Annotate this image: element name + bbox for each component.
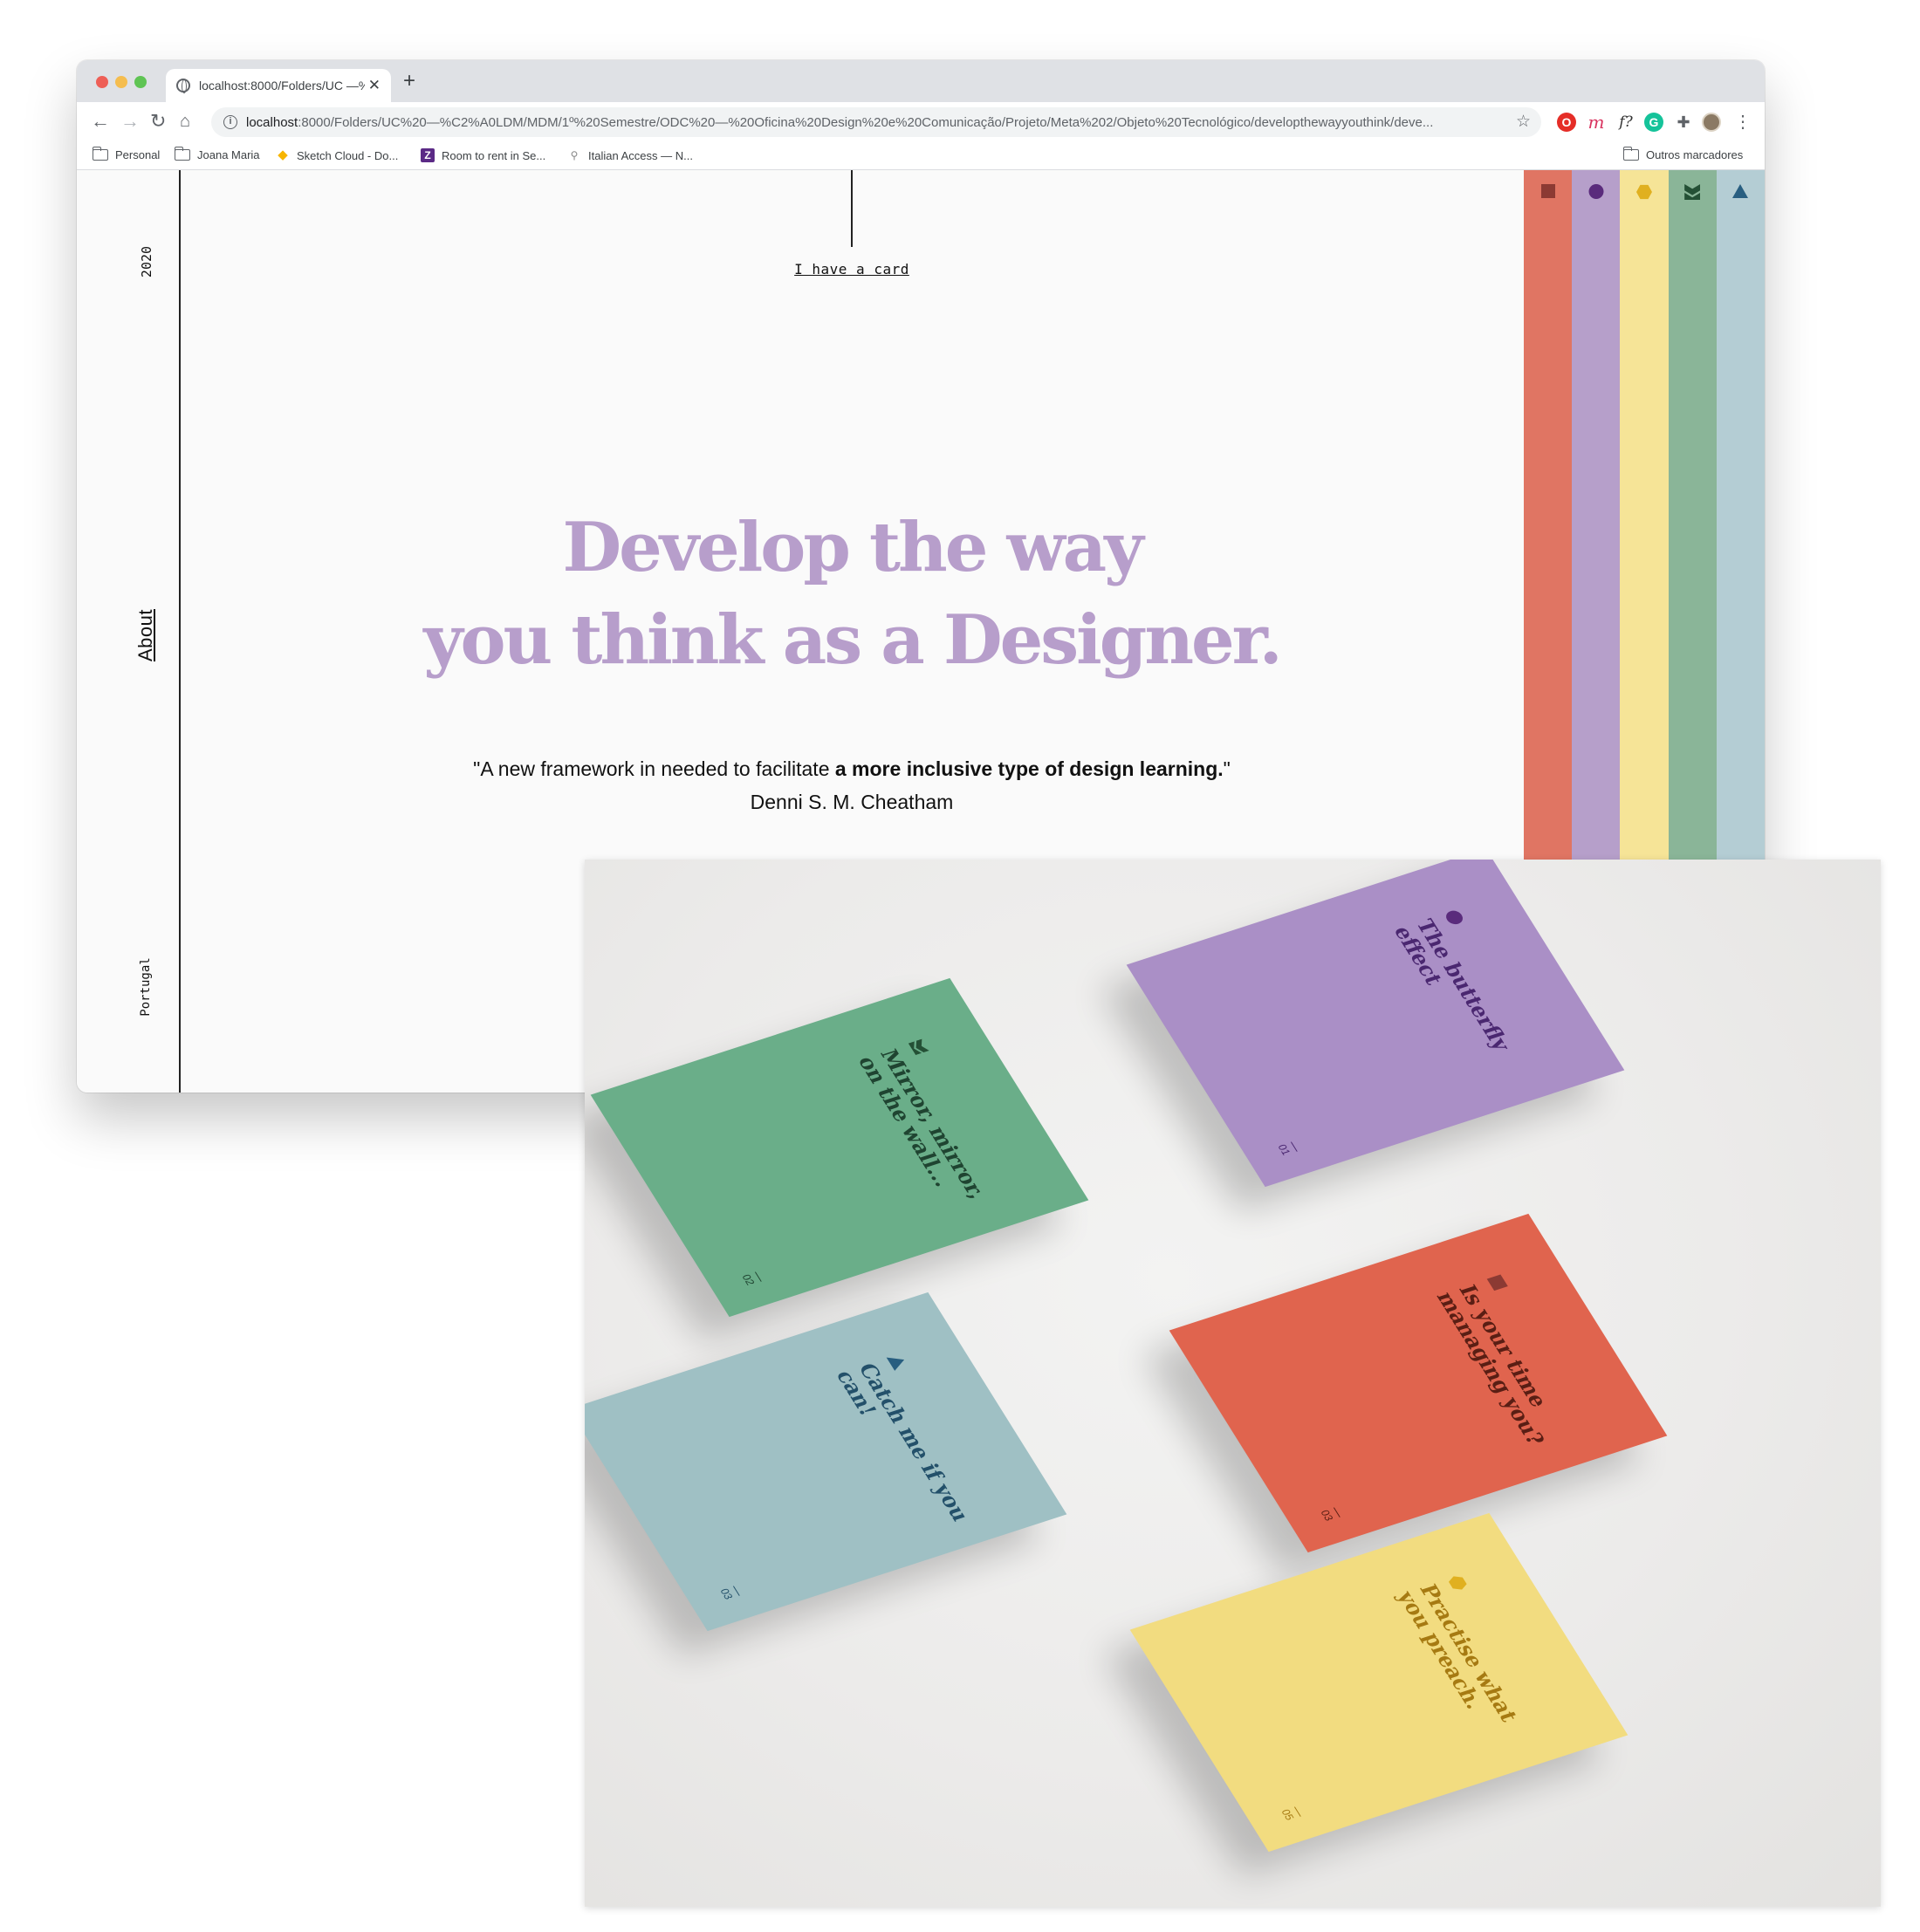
url-path: :8000/Folders/UC%20—%C2%A0LDM/MDM/1º%20S… (298, 114, 1434, 130)
grammarly-extension-icon[interactable]: G (1644, 113, 1663, 132)
folder-icon (92, 147, 108, 161)
bookmark-label: Italian Access — N... (588, 148, 693, 162)
adblock-extension-icon[interactable]: O (1557, 113, 1576, 132)
address-bar[interactable]: i localhost:8000/Folders/UC%20—%C2%A0LDM… (211, 107, 1541, 137)
minimize-window-button[interactable] (115, 76, 127, 88)
card-mirror: Mirror, mirror, on the wall... 02 (590, 977, 1089, 1318)
puzzle-extensions-icon[interactable]: ✚ (1674, 113, 1693, 132)
bookmarks-bar: Personal Joana Maria ◆ Sketch Cloud - Do… (77, 142, 1765, 170)
new-tab-button[interactable]: + (403, 71, 415, 92)
browser-tab[interactable]: localhost:8000/Folders/UC —% ✕ (166, 69, 391, 102)
card-title: Mirror, mirror, on the wall... (852, 1045, 992, 1202)
bookmark-joana-maria[interactable]: Joana Maria (174, 147, 260, 161)
hero-quote: "A new framework in needed to facilitate… (339, 753, 1365, 818)
card-catch-me: Catch me if you can! 03 (585, 1291, 1067, 1632)
circle-icon (1443, 908, 1466, 927)
forward-icon[interactable]: → (120, 111, 140, 132)
bookmark-other-folder[interactable]: Outros marcadores (1622, 147, 1744, 161)
card-title: Practise what you preach. (1391, 1580, 1524, 1725)
bookmark-sketch-cloud[interactable]: ◆ Sketch Cloud - Do... (276, 148, 398, 162)
card-number: 03 (1318, 1507, 1341, 1523)
tab-title: localhost:8000/Folders/UC —% (199, 79, 365, 92)
cards-photo: Mirror, mirror, on the wall... 02 The bu… (585, 860, 1881, 1907)
bowtie-icon (1684, 184, 1701, 200)
folder-icon (1622, 147, 1639, 161)
maximize-window-button[interactable] (134, 76, 147, 88)
bookmark-label: Personal (115, 148, 161, 161)
z-icon: Z (421, 148, 435, 162)
sidebar-year: 2020 (139, 245, 154, 278)
bookmark-italian-access[interactable]: ⚲ Italian Access — N... (567, 148, 693, 162)
bookmark-label: Sketch Cloud - Do... (297, 148, 399, 162)
bookmark-star-icon[interactable]: ☆ (1516, 112, 1531, 132)
reload-icon[interactable]: ↻ (150, 111, 166, 132)
url-host: localhost (246, 114, 298, 130)
card-practise: Practise what you preach. 05 (1129, 1512, 1629, 1853)
close-window-button[interactable] (96, 76, 108, 88)
card-number: 03 (717, 1586, 740, 1601)
bookmark-room-to-rent[interactable]: Z Room to rent in Se... (421, 148, 545, 162)
bookmark-label: Joana Maria (197, 148, 260, 161)
card-title: Catch me if you can! (830, 1360, 976, 1524)
quote-author: Denni S. M. Cheatham (750, 791, 954, 813)
headline-line-2: you think as a Designer. (423, 600, 1283, 680)
bowtie-icon (909, 1038, 929, 1055)
browser-toolbar: ← → ↻ ⌂ i localhost:8000/Folders/UC%20—%… (77, 102, 1765, 142)
square-icon (1540, 184, 1555, 198)
card-butterfly: The butterfly effect 01 (1126, 860, 1625, 1188)
hexagon-icon (1635, 184, 1652, 200)
circle-icon (1588, 184, 1604, 199)
home-icon[interactable]: ⌂ (180, 111, 190, 132)
font-extension-icon[interactable]: f? (1616, 113, 1635, 132)
m-extension-icon[interactable]: m (1587, 113, 1606, 132)
card-number: 01 (1275, 1141, 1298, 1157)
card-title: The butterfly effect (1388, 915, 1517, 1054)
sidebar-divider (179, 170, 181, 1093)
tab-close-icon[interactable]: ✕ (368, 77, 381, 94)
menu-kebab-icon[interactable]: ⋮ (1733, 113, 1752, 132)
square-icon (1486, 1274, 1508, 1291)
bookmark-personal[interactable]: Personal (92, 147, 161, 161)
quote-emphasis: a more inclusive type of design learning… (834, 757, 1224, 780)
triangle-icon (1732, 184, 1749, 198)
headline-line-1: Develop the way (562, 508, 1143, 587)
triangle-icon (886, 1353, 909, 1371)
bookmark-label: Room to rent in Se... (442, 148, 546, 162)
hero-headline: Develop the way you think as a Designer. (339, 502, 1365, 687)
about-link[interactable]: About (134, 592, 157, 679)
quote-text: "A new framework in needed to facilitate (473, 757, 835, 780)
pin-icon: ⚲ (570, 149, 579, 161)
bookmark-label: Outros marcadores (1646, 148, 1744, 161)
info-icon[interactable]: i (223, 115, 237, 129)
card-number: 02 (739, 1271, 762, 1287)
quote-close: " (1223, 757, 1231, 780)
card-time: Is your time managing you? 03 (1169, 1213, 1668, 1553)
tab-strip: localhost:8000/Folders/UC —% ✕ + (77, 60, 1765, 102)
have-card-link[interactable]: I have a card (775, 261, 929, 277)
back-icon[interactable]: ← (91, 111, 110, 132)
sidebar-country: Portugal (139, 957, 153, 1017)
folder-icon (174, 147, 190, 161)
card-number: 05 (1279, 1806, 1301, 1822)
card-title: Is your time managing you? (1430, 1281, 1553, 1449)
profile-avatar[interactable] (1702, 113, 1721, 132)
top-divider-line (851, 170, 853, 247)
hexagon-icon (1446, 1573, 1470, 1592)
globe-icon (176, 79, 190, 93)
sketch-icon: ◆ (278, 147, 288, 162)
